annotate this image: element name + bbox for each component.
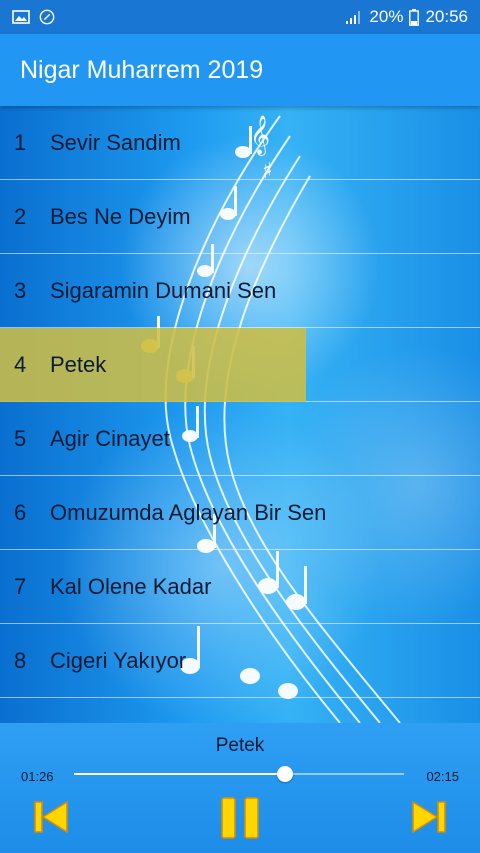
track-number: 4	[14, 351, 27, 377]
next-icon[interactable]	[410, 798, 448, 836]
list-item[interactable]: 5 Agir Cinayet	[0, 402, 480, 476]
list-item[interactable]: 6 Omuzumda Aglayan Bir Sen	[0, 476, 480, 550]
track-title: Omuzumda Aglayan Bir Sen	[50, 499, 327, 525]
track-title: Sigaramin Dumani Sen	[50, 277, 277, 303]
now-playing-title: Petek	[215, 735, 265, 756]
duration-time: 02:15	[426, 769, 459, 784]
battery-icon	[409, 8, 420, 26]
track-title: Kal Olene Kadar	[50, 573, 212, 599]
seek-bar[interactable]	[74, 766, 404, 782]
list-item[interactable]: 1 Sevir Sandim	[0, 106, 480, 180]
app-icon	[39, 9, 55, 25]
track-number: 1	[14, 129, 27, 155]
list-item[interactable]: 8 Cigeri Yakıyor	[0, 624, 480, 698]
seek-bar-thumb[interactable]	[277, 766, 294, 782]
battery-percent: 20%	[369, 7, 404, 26]
page-title: Nigar Muharrem 2019	[20, 55, 264, 84]
track-title: Cigeri Yakıyor	[50, 647, 187, 673]
previous-icon[interactable]	[32, 798, 70, 836]
pause-icon[interactable]	[219, 795, 261, 841]
track-title: Sevir Sandim	[50, 129, 181, 155]
list-item[interactable]: 3 Sigaramin Dumani Sen	[0, 254, 480, 328]
clock: 20:56	[425, 7, 468, 26]
elapsed-time: 01:26	[21, 769, 54, 784]
list-item[interactable]: 2 Bes Ne Deyim	[0, 180, 480, 254]
track-number: 7	[14, 573, 27, 599]
track-number: 3	[14, 277, 27, 303]
list-item-selected[interactable]: 4 Petek	[0, 328, 480, 402]
track-number: 2	[14, 203, 27, 229]
track-title: Agir Cinayet	[50, 425, 170, 451]
playlist: 𝄞 ♯ 1 Sevir Sandim 2 Bes Ne Deyim 3 Sigaram…	[0, 106, 480, 723]
track-title: Petek	[50, 351, 107, 377]
image-icon	[12, 10, 30, 24]
signal-icon	[346, 11, 361, 24]
track-title: Bes Ne Deyim	[50, 203, 191, 229]
status-bar: 20% 20:56	[0, 0, 480, 34]
seek-bar-progress	[74, 773, 286, 775]
track-number: 5	[14, 425, 27, 451]
track-number: 8	[14, 647, 27, 673]
list-item[interactable]: 7 Kal Olene Kadar	[0, 550, 480, 624]
track-number: 6	[14, 499, 27, 525]
player-bar: Petek 01:26 02:15	[0, 723, 480, 853]
app-bar: Nigar Muharrem 2019	[0, 34, 480, 106]
